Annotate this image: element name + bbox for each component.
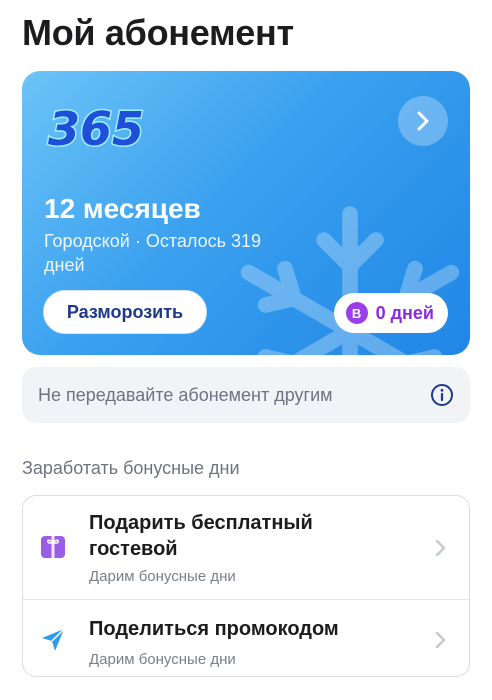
page-title: Мой абонемент (22, 12, 294, 53)
svg-text:365: 365 (48, 102, 144, 156)
chevron-right-icon (435, 631, 446, 649)
bonus-options-list: Подарить бесплатный гостевой Дарим бонус… (22, 495, 470, 677)
plan-details: Городской · Осталось 319 дней (44, 231, 262, 275)
chevron-right-icon (417, 111, 429, 131)
item-subtitle: Дарим бонусные дни (89, 651, 236, 668)
bonus-days-pill[interactable]: B 0 дней (333, 293, 448, 333)
bonus-days-value: 0 дней (375, 302, 434, 323)
notice-text: Не передавайте абонемент другим (38, 384, 333, 405)
subscription-card[interactable]: 365 12 месяцев Городской · Осталось 319 … (22, 71, 470, 355)
transfer-notice: Не передавайте абонемент другим (22, 367, 470, 423)
unfreeze-button[interactable]: Разморозить (43, 290, 207, 334)
brand-logo: 365 (47, 101, 145, 158)
item-subtitle: Дарим бонусные дни (89, 568, 236, 585)
gift-icon (41, 536, 65, 558)
bonus-badge-icon: B (345, 302, 368, 324)
item-title: Подарить бесплатный гостевой (89, 512, 313, 560)
open-subscription-button[interactable] (398, 96, 448, 146)
send-icon (42, 628, 65, 651)
section-title: Заработать бонусные дни (22, 458, 240, 478)
item-title: Поделиться промокодом (89, 618, 339, 640)
info-icon[interactable] (430, 383, 454, 407)
list-item-gift-guest[interactable]: Подарить бесплатный гостевой Дарим бонус… (23, 496, 469, 599)
list-item-share-promocode[interactable]: Поделиться промокодом Дарим бонусные дни (23, 599, 469, 676)
plan-title: 12 месяцев (44, 193, 201, 224)
chevron-right-icon (435, 539, 446, 557)
